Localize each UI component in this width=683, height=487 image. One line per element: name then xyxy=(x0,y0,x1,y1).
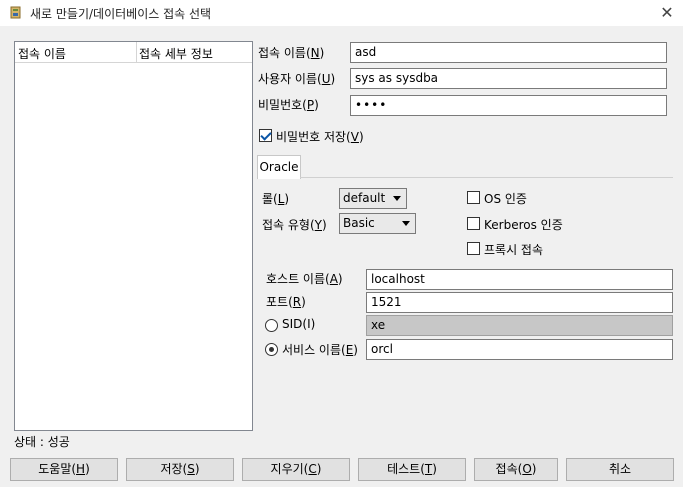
proxy-checkbox[interactable] xyxy=(467,242,480,255)
role-select[interactable]: default xyxy=(339,188,407,209)
port-label: 포트(R) xyxy=(266,295,306,309)
help-button[interactable]: 도움말(H) xyxy=(10,458,118,481)
conn-name-label: 접속 이름(N) xyxy=(258,46,325,60)
connect-button[interactable]: 접속(O) xyxy=(474,458,558,481)
column-divider xyxy=(136,42,137,63)
conn-name-input[interactable]: asd xyxy=(350,42,667,63)
tab-strip-line xyxy=(300,177,673,178)
service-name-label[interactable]: 서비스 이름(E) xyxy=(282,341,358,358)
save-password-label[interactable]: 비밀번호 저장(V) xyxy=(276,128,364,145)
save-button[interactable]: 저장(S) xyxy=(126,458,234,481)
column-header-name[interactable]: 접속 이름 xyxy=(18,45,66,62)
title-bar: 새로 만들기/데이터베이스 접속 선택 ✕ xyxy=(0,0,683,26)
username-label: 사용자 이름(U) xyxy=(258,72,336,86)
clear-button[interactable]: 지우기(C) xyxy=(242,458,350,481)
tab-oracle[interactable]: Oracle xyxy=(257,155,301,179)
service-name-input[interactable]: orcl xyxy=(366,339,673,360)
username-input[interactable]: sys as sysdba xyxy=(350,68,667,89)
window-title: 새로 만들기/데이터베이스 접속 선택 xyxy=(30,7,212,21)
host-input[interactable]: localhost xyxy=(366,269,673,290)
column-header-detail[interactable]: 접속 세부 정보 xyxy=(139,45,213,62)
save-password-checkbox[interactable] xyxy=(259,129,272,142)
conn-type-label: 접속 유형(Y) xyxy=(262,218,327,232)
role-label: 롤(L) xyxy=(262,192,290,206)
sid-input[interactable]: xe xyxy=(366,315,673,336)
close-icon[interactable]: ✕ xyxy=(657,3,677,23)
conn-type-select-value: Basic xyxy=(343,216,375,230)
host-label: 호스트 이름(A) xyxy=(266,272,343,286)
port-input[interactable]: 1521 xyxy=(366,292,673,313)
os-auth-checkbox[interactable] xyxy=(467,191,480,204)
chevron-down-icon xyxy=(393,196,401,201)
service-name-radio[interactable] xyxy=(265,343,278,356)
connection-list[interactable]: 접속 이름 접속 세부 정보 xyxy=(14,41,253,431)
cancel-button[interactable]: 취소 xyxy=(566,458,674,481)
kerberos-checkbox[interactable] xyxy=(467,217,480,230)
list-header: 접속 이름 접속 세부 정보 xyxy=(15,42,252,63)
password-label: 비밀번호(P) xyxy=(258,98,319,112)
password-input[interactable]: •••• xyxy=(350,95,667,116)
role-select-value: default xyxy=(343,191,386,205)
status-text: 상태 : 성공 xyxy=(14,435,70,449)
chevron-down-icon xyxy=(402,221,410,226)
kerberos-label[interactable]: Kerberos 인증 xyxy=(484,216,563,233)
proxy-label[interactable]: 프록시 접속 xyxy=(484,241,543,258)
sid-radio[interactable] xyxy=(265,319,278,332)
sql-developer-icon xyxy=(10,6,21,19)
sid-label[interactable]: SID(I) xyxy=(282,317,315,331)
os-auth-label[interactable]: OS 인증 xyxy=(484,190,527,207)
test-button[interactable]: 테스트(T) xyxy=(358,458,466,481)
conn-type-select[interactable]: Basic xyxy=(339,213,416,234)
